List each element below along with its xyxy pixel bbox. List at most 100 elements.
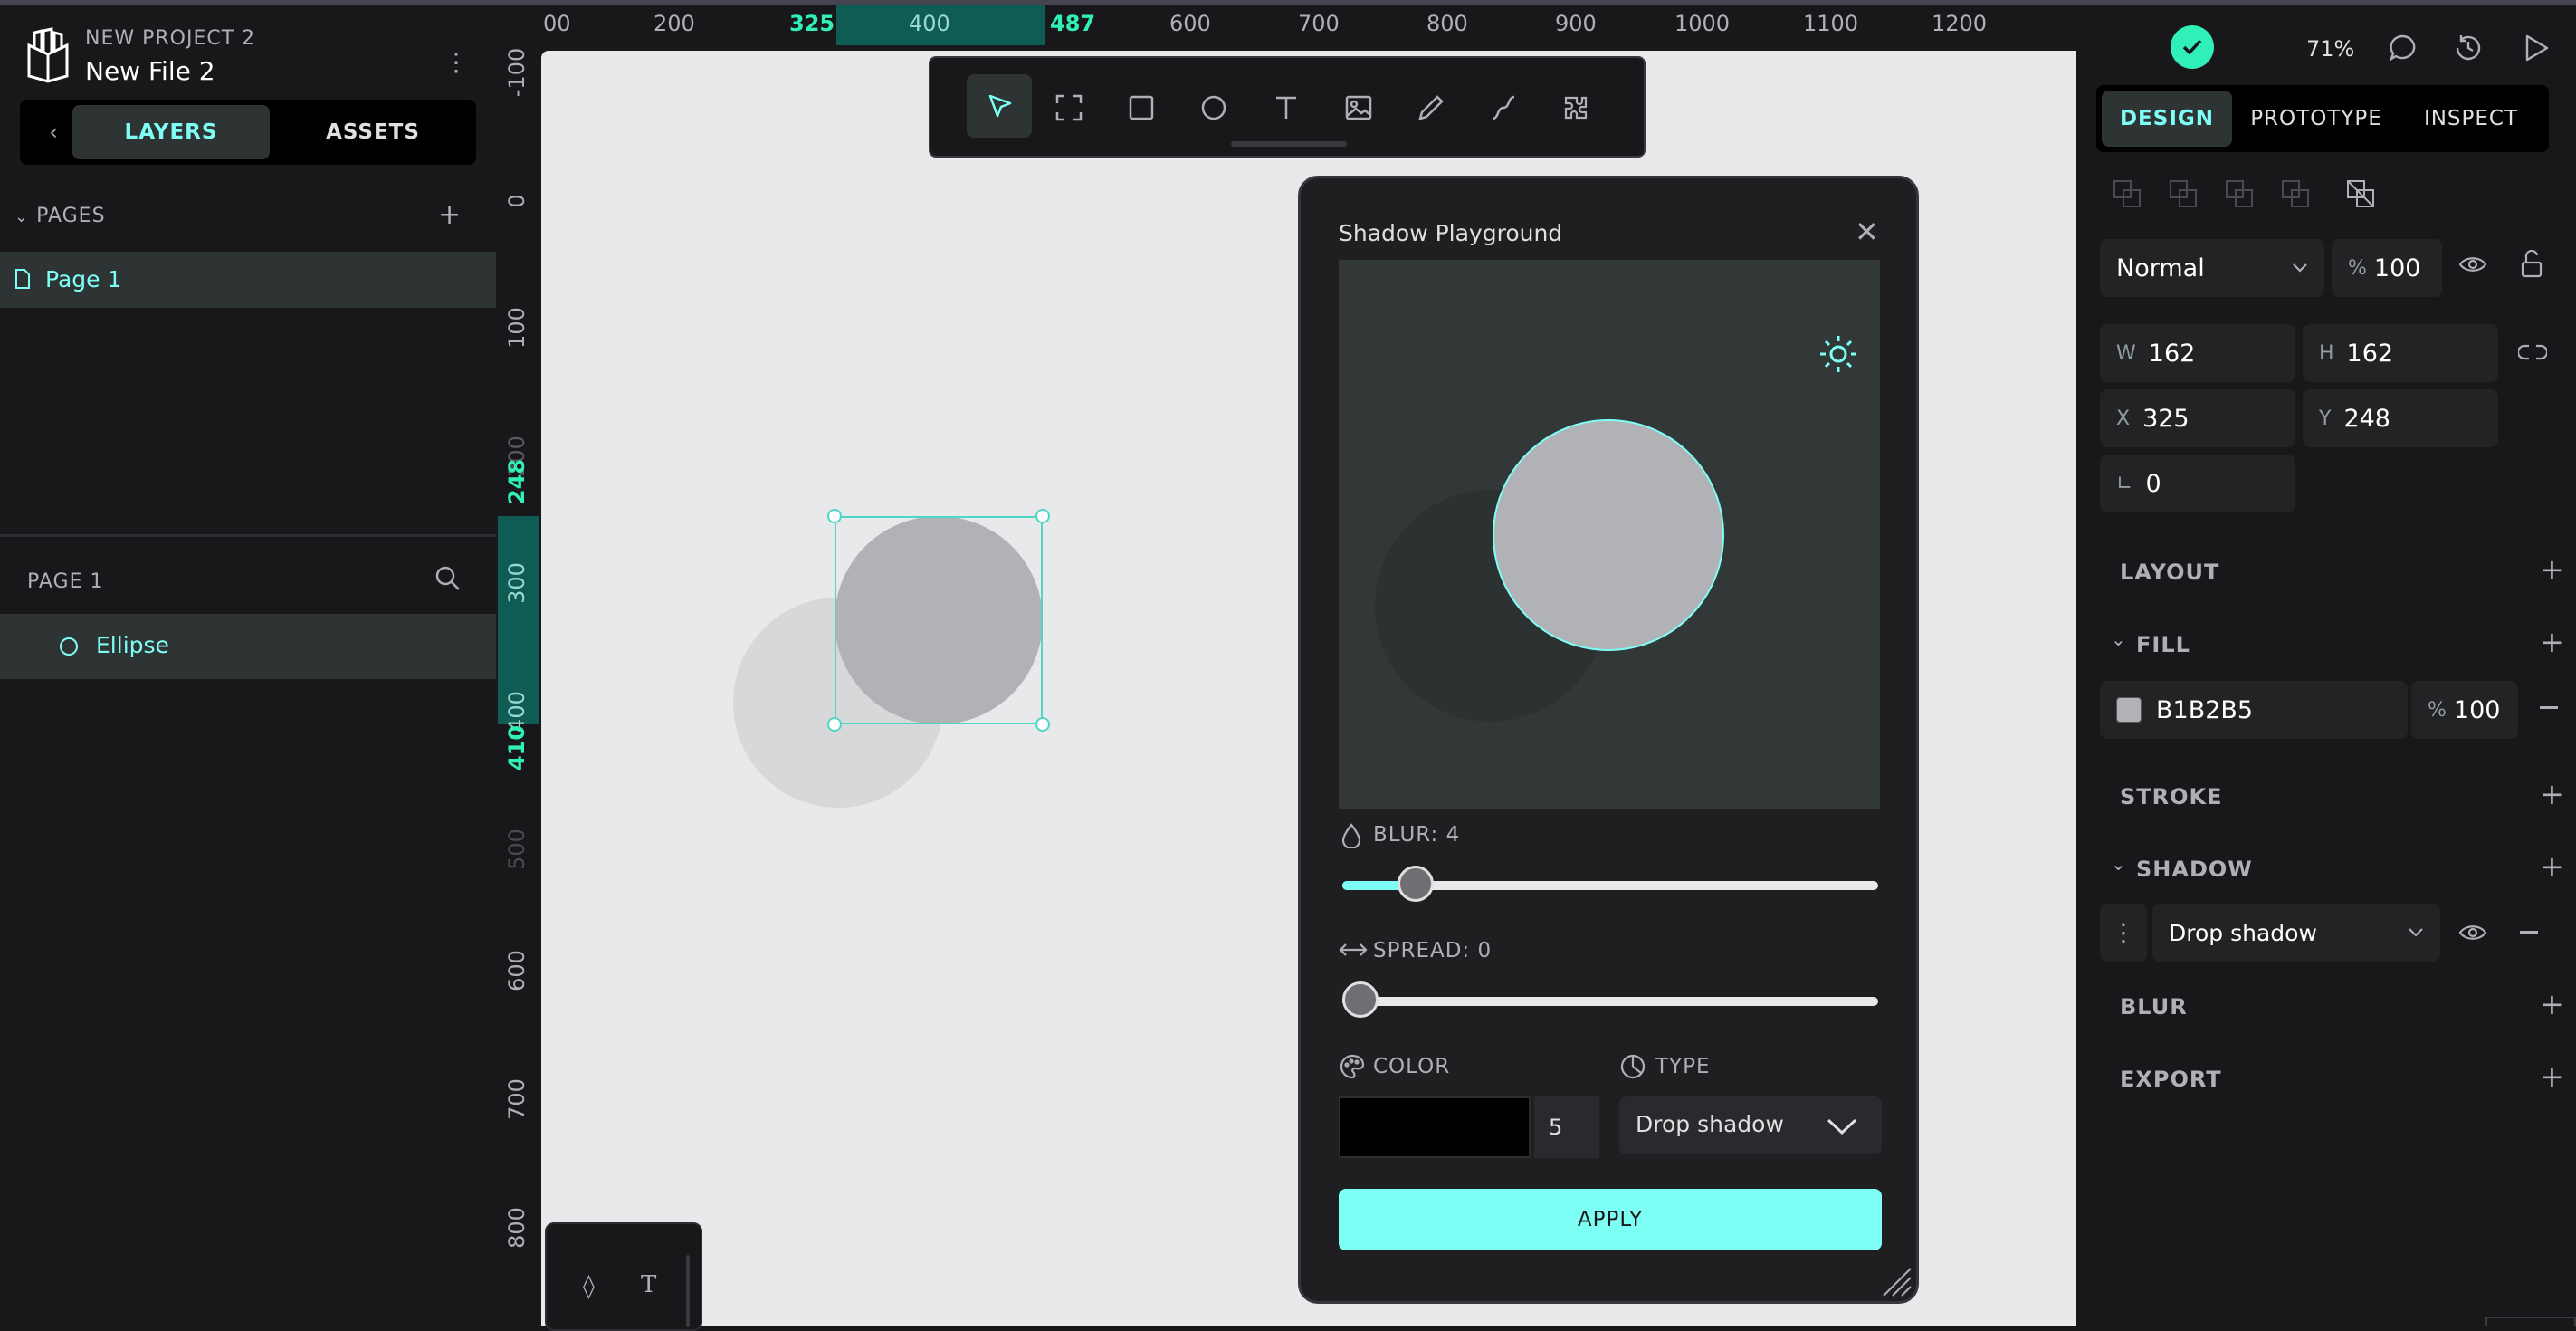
layer-opacity-field[interactable]: % 100 (2332, 239, 2442, 297)
add-export-icon[interactable]: + (2540, 1059, 2564, 1094)
resize-handle-bottom-right[interactable] (1035, 717, 1050, 732)
sun-icon[interactable] (1817, 332, 1860, 376)
preview-ellipse (1493, 419, 1724, 651)
shadow-options-icon[interactable]: ⋮ (2100, 904, 2147, 962)
scrollbar[interactable] (686, 1255, 690, 1327)
add-page-icon[interactable]: + (438, 199, 461, 231)
left-sidebar: NEW PROJECT 2 New File 2 ⋮ ‹ LAYERS ASSE… (0, 5, 496, 1326)
ruler-label: 1100 (1803, 11, 1859, 36)
height-field[interactable]: H 162 (2303, 324, 2498, 382)
remove-shadow-icon[interactable] (2520, 931, 2538, 934)
close-icon[interactable]: ✕ (1855, 215, 1879, 249)
divider (0, 534, 496, 537)
resize-handle-bottom-left[interactable] (827, 717, 842, 732)
collapse-fill-icon[interactable]: ⌄ (2111, 628, 2126, 650)
fill-color-field[interactable]: B1B2B5 (2100, 681, 2408, 739)
shadow-color-swatch[interactable] (1339, 1096, 1531, 1158)
add-blur-icon[interactable]: + (2540, 987, 2564, 1021)
pen-icon[interactable] (1417, 94, 1445, 121)
percent-icon: % (2348, 256, 2367, 280)
spread-slider-thumb[interactable] (1342, 981, 1379, 1018)
eye-icon[interactable] (2458, 254, 2487, 275)
blur-drop-icon (1341, 823, 1361, 848)
horizontal-ruler: 00 200 325 400 487 600 700 800 900 1000 … (496, 5, 2076, 51)
spread-slider-track[interactable] (1342, 981, 1878, 1018)
tool-pointer[interactable] (967, 74, 1032, 138)
x-position-field[interactable]: X 325 (2100, 389, 2295, 447)
stroke-section-title: STROKE (2120, 784, 2223, 809)
comments-icon[interactable] (2388, 33, 2419, 63)
pages-header[interactable]: ⌄ PAGES (14, 205, 106, 227)
shadow-visibility-eye-icon[interactable] (2458, 922, 2487, 943)
width-field[interactable]: W 162 (2100, 324, 2295, 382)
toolbar-drag-handle[interactable] (1231, 141, 1347, 147)
boolean-intersection-icon[interactable] (2225, 179, 2254, 208)
y-label: Y (2319, 407, 2332, 430)
add-fill-icon[interactable]: + (2540, 625, 2564, 659)
tab-prototype[interactable]: PROTOTYPE (2239, 91, 2393, 147)
typography-icon[interactable]: T (641, 1271, 656, 1298)
history-icon[interactable] (2453, 33, 2484, 63)
ruler-label: 600 (1169, 11, 1211, 36)
fill-hex-value: B1B2B5 (2156, 695, 2254, 724)
zoom-level[interactable]: 71% (2306, 36, 2354, 62)
image-icon[interactable] (1345, 94, 1372, 121)
collapse-shadow-icon[interactable]: ⌄ (2111, 853, 2126, 875)
page-item-label: Page 1 (45, 266, 122, 292)
shadow-type-select[interactable]: Drop shadow (1619, 1096, 1882, 1154)
remove-fill-icon[interactable] (2540, 706, 2558, 709)
add-layout-icon[interactable]: + (2540, 552, 2564, 587)
apply-button[interactable]: APPLY (1339, 1189, 1882, 1250)
play-icon[interactable] (2522, 33, 2551, 63)
radius-field[interactable]: ∟ 0 (2100, 455, 2295, 512)
ellipse-icon[interactable] (1200, 94, 1227, 121)
flatten-icon[interactable] (2346, 179, 2375, 208)
fill-color-swatch[interactable] (2116, 697, 2142, 723)
tab-inspect[interactable]: INSPECT (2400, 91, 2542, 147)
resize-grip-icon[interactable] (1878, 1263, 1914, 1299)
path-icon[interactable] (1490, 94, 1517, 121)
add-stroke-icon[interactable]: + (2540, 777, 2564, 811)
ruler-label-selection-start: 325 (789, 11, 835, 36)
search-icon[interactable] (434, 565, 462, 592)
fill-opacity-field[interactable]: % 100 (2411, 681, 2518, 739)
width-label: W (2116, 341, 2136, 365)
tab-layers[interactable]: LAYERS (72, 105, 270, 159)
file-name[interactable]: New File 2 (85, 56, 215, 86)
project-name[interactable]: NEW PROJECT 2 (85, 27, 255, 50)
boolean-union-icon[interactable] (2113, 179, 2142, 208)
selection-box (835, 516, 1043, 724)
blend-mode-select[interactable]: Normal (2100, 239, 2324, 297)
proportion-lock-icon[interactable] (2518, 342, 2547, 362)
add-shadow-icon[interactable]: + (2540, 849, 2564, 884)
blur-slider-thumb[interactable] (1397, 866, 1434, 902)
more-options-icon[interactable]: ⋮ (444, 47, 469, 77)
penpot-logo-icon[interactable] (24, 27, 72, 83)
color-palette-icon[interactable]: ◊ (583, 1273, 595, 1300)
boolean-difference-icon[interactable] (2169, 179, 2198, 208)
rectangle-icon[interactable] (1128, 94, 1155, 121)
ruler-label: 600 (504, 950, 530, 991)
layer-item-ellipse[interactable]: Ellipse (0, 614, 496, 679)
shadow-type-dropdown-value: Drop shadow (2169, 919, 2317, 946)
board-icon[interactable] (1055, 94, 1083, 121)
tab-assets[interactable]: ASSETS (277, 105, 469, 159)
page-item-page-1[interactable]: Page 1 (0, 252, 496, 308)
height-value: 162 (2346, 339, 2394, 368)
resize-handle-top-left[interactable] (827, 509, 842, 523)
shadow-type-dropdown[interactable]: Drop shadow (2152, 904, 2440, 962)
ruler-label: 800 (1426, 11, 1468, 36)
tab-design[interactable]: DESIGN (2102, 91, 2232, 147)
unlock-icon[interactable] (2520, 250, 2543, 279)
y-position-field[interactable]: Y 248 (2303, 389, 2498, 447)
boolean-exclude-icon[interactable] (2281, 179, 2310, 208)
palette-icon (1340, 1054, 1365, 1079)
blur-slider-track[interactable] (1342, 866, 1878, 902)
resize-handle-top-right[interactable] (1035, 509, 1050, 523)
x-value: 325 (2142, 404, 2190, 433)
ruler-label: 1000 (1674, 11, 1731, 36)
plugins-icon[interactable] (1562, 94, 1589, 121)
fill-opacity-value: 100 (2453, 695, 2501, 724)
text-icon[interactable] (1273, 94, 1300, 121)
shadow-color-value[interactable]: 5 (1534, 1096, 1599, 1158)
